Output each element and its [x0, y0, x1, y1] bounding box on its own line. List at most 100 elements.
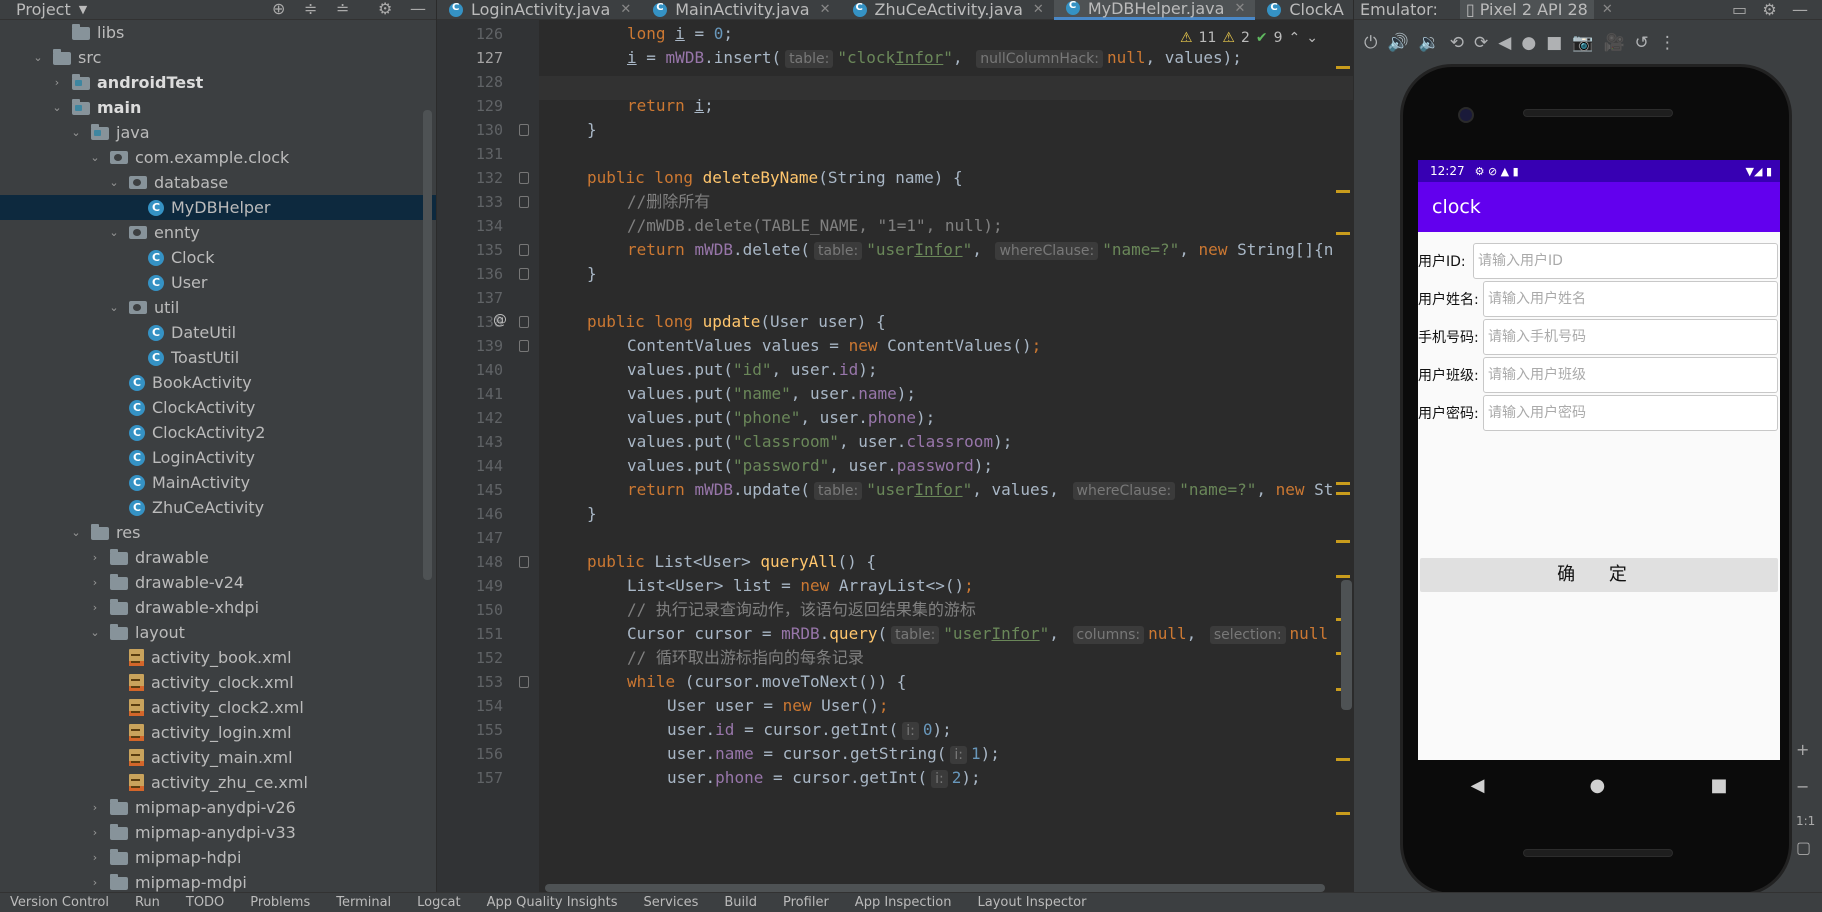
tree-item[interactable]: › mipmap-hdpi — [0, 845, 436, 870]
tree-item[interactable]: C User — [0, 270, 436, 295]
gear-icon[interactable]: ⚙ — [378, 0, 392, 18]
line-number[interactable]: 128 — [437, 73, 503, 91]
phone-screen[interactable]: 12:27 ⚙ ⊘ ▲ ▮ ▼◢ ▮ clock 用户ID: 请输入用户ID 用户姓… — [1418, 160, 1780, 760]
text-input[interactable]: 请输入用户姓名 — [1483, 281, 1778, 317]
tree-item[interactable]: C MainActivity — [0, 470, 436, 495]
chevron-down-icon[interactable]: ⌄ — [69, 526, 83, 539]
close-icon[interactable]: ✕ — [1602, 2, 1613, 17]
line-number[interactable]: 140 — [437, 361, 503, 379]
line-number[interactable]: 142 — [437, 409, 503, 427]
line-number[interactable]: 157 — [437, 769, 503, 787]
close-tab-icon[interactable]: ✕ — [1033, 2, 1044, 17]
line-number[interactable]: 148 — [437, 553, 503, 571]
line-number[interactable]: 155 — [437, 721, 503, 739]
tool-window-button[interactable]: Logcat — [417, 895, 460, 910]
editor-vertical-scrollbar[interactable] — [1341, 580, 1352, 710]
editor-tab[interactable]: LoginActivity.java ✕ — [437, 0, 641, 20]
target-icon[interactable]: ⊕ — [272, 0, 285, 18]
chevron-down-icon[interactable]: ⌄ — [88, 626, 102, 639]
tree-item[interactable]: C Clock — [0, 245, 436, 270]
tree-item[interactable]: activity_main.xml — [0, 745, 436, 770]
chevron-down-icon[interactable]: ⌄ — [88, 151, 102, 164]
fold-icon[interactable] — [519, 676, 529, 688]
close-tab-icon[interactable]: ✕ — [820, 2, 831, 17]
home-icon[interactable]: ● — [1521, 33, 1536, 53]
minimize-icon[interactable]: — — [410, 0, 426, 18]
chevron-down-icon[interactable]: ⌄ — [107, 226, 121, 239]
tree-item[interactable]: ⌄ java — [0, 120, 436, 145]
tree-item[interactable]: activity_login.xml — [0, 720, 436, 745]
editor-tab[interactable]: MyDBHelper.java ✕ — [1053, 0, 1256, 20]
tree-item[interactable]: ⌄ src — [0, 45, 436, 70]
warning-marker[interactable] — [1336, 232, 1350, 235]
close-tab-icon[interactable]: ✕ — [620, 2, 631, 17]
tool-window-button[interactable]: App Quality Insights — [487, 895, 618, 910]
line-number[interactable]: 131 — [437, 145, 503, 163]
snapshot-icon[interactable]: ↺ — [1635, 33, 1649, 53]
confirm-button[interactable]: 确 定 — [1420, 558, 1778, 592]
warning-marker[interactable] — [1336, 66, 1350, 69]
error-stripe[interactable] — [1336, 20, 1350, 892]
tool-window-button[interactable]: TODO — [186, 895, 224, 910]
line-number[interactable]: 132 — [437, 169, 503, 187]
editor-tab[interactable]: ClockA — [1255, 0, 1353, 20]
line-number[interactable]: 130 — [437, 121, 503, 139]
volume-up-icon[interactable]: 🔊 — [1387, 33, 1408, 53]
chevron-right-icon[interactable]: › — [88, 851, 102, 864]
tree-item[interactable]: activity_book.xml — [0, 645, 436, 670]
collapse-all-icon[interactable]: ≐ — [336, 0, 349, 18]
line-number[interactable]: 146 — [437, 505, 503, 523]
camera-icon[interactable]: 📷 — [1572, 33, 1593, 53]
editor-tab[interactable]: MainActivity.java ✕ — [641, 0, 840, 20]
text-input[interactable]: 请输入用户ID — [1473, 243, 1778, 279]
line-number[interactable]: 151 — [437, 625, 503, 643]
tree-item[interactable]: C BookActivity — [0, 370, 436, 395]
fold-icon[interactable] — [519, 172, 529, 184]
chevron-up-icon[interactable]: ⌃ — [1289, 30, 1301, 46]
chevron-right-icon[interactable]: › — [88, 801, 102, 814]
volume-down-icon[interactable]: 🔉 — [1419, 33, 1440, 53]
screenrecord-icon[interactable]: 🎥 — [1603, 33, 1624, 53]
tool-window-button[interactable]: Terminal — [336, 895, 391, 910]
fold-icon[interactable] — [519, 124, 529, 136]
text-input[interactable]: 请输入用户班级 — [1483, 357, 1778, 393]
editor-horizontal-scrollbar[interactable] — [545, 884, 1325, 892]
chevron-down-icon[interactable]: ▼ — [79, 3, 87, 16]
override-icon[interactable]: @ — [493, 312, 507, 328]
fold-icon[interactable] — [519, 244, 529, 256]
editor-tab[interactable]: ZhuCeActivity.java ✕ — [841, 0, 1054, 20]
line-number[interactable]: 134 — [437, 217, 503, 235]
fold-icon[interactable] — [519, 340, 529, 352]
nav-home-icon[interactable]: ● — [1590, 775, 1606, 796]
line-number[interactable]: 152 — [437, 649, 503, 667]
window-controls[interactable]: ▭ ⚙ — — [1732, 0, 1808, 19]
warning-marker[interactable] — [1336, 812, 1350, 815]
fold-icon[interactable] — [519, 316, 529, 328]
tree-item[interactable]: activity_clock.xml — [0, 670, 436, 695]
tree-item[interactable]: C ZhuCeActivity — [0, 495, 436, 520]
tree-item[interactable]: C DateUtil — [0, 320, 436, 345]
tree-item[interactable]: › drawable-xhdpi — [0, 595, 436, 620]
more-icon[interactable]: ⋮ — [1659, 33, 1676, 53]
chevron-right-icon[interactable]: › — [50, 76, 64, 89]
expand-all-icon[interactable]: ≑ — [304, 0, 317, 18]
line-number[interactable]: 154 — [437, 697, 503, 715]
line-number[interactable]: 126 — [437, 25, 503, 43]
line-number[interactable]: 150 — [437, 601, 503, 619]
inspection-widget[interactable]: ⚠ 11 ⚠ 2 ✔ 9 ⌃ ⌄ — [1180, 30, 1318, 46]
tree-item[interactable]: C ClockActivity2 — [0, 420, 436, 445]
tree-item[interactable]: › mipmap-mdpi — [0, 870, 436, 892]
chevron-down-icon[interactable]: ⌄ — [31, 51, 45, 64]
tree-item[interactable]: › androidTest — [0, 70, 436, 95]
rotate-right-icon[interactable]: ⟳ — [1474, 33, 1488, 53]
tree-item[interactable]: › mipmap-anydpi-v33 — [0, 820, 436, 845]
tree-item[interactable]: ⌄ database — [0, 170, 436, 195]
power-icon[interactable]: ⏻ — [1364, 33, 1377, 53]
line-number[interactable]: 135 — [437, 241, 503, 259]
code-editor[interactable]: long i = 0; i = mWDB.insert(table: "clockI… — [539, 20, 1353, 892]
tool-window-button[interactable]: Services — [644, 895, 699, 910]
project-panel-title[interactable]: Project — [0, 0, 71, 19]
tool-window-button[interactable]: Run — [135, 895, 160, 910]
warning-marker[interactable] — [1336, 758, 1350, 761]
chevron-right-icon[interactable]: › — [88, 826, 102, 839]
